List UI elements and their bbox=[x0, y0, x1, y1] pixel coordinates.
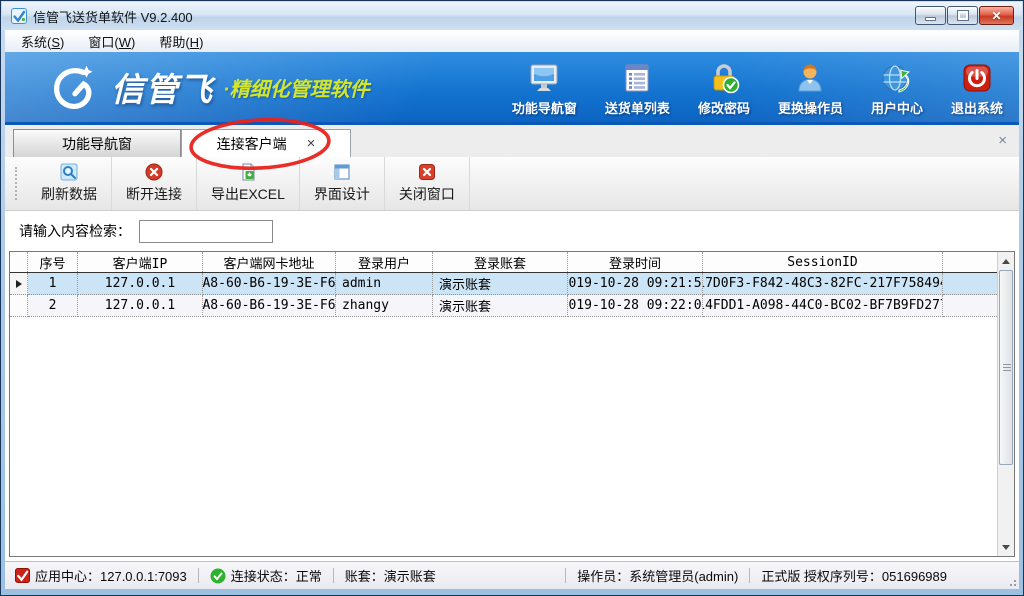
selected-row-arrow-icon bbox=[16, 280, 22, 288]
status-account: 账套：演示账套 bbox=[345, 566, 436, 585]
table-header-row: 序号 客户端IP 客户端网卡地址 登录用户 登录账套 登录时间 SessionI… bbox=[10, 252, 997, 273]
export-excel-button[interactable]: 导出EXCEL bbox=[197, 157, 300, 210]
user-center-button[interactable]: 用户中心 bbox=[871, 61, 923, 117]
col-header[interactable]: 登录用户 bbox=[336, 252, 433, 272]
col-header[interactable]: SessionID bbox=[703, 252, 943, 272]
tab-close-icon[interactable]: × bbox=[307, 135, 316, 152]
ui-design-icon bbox=[333, 163, 351, 181]
brand-logo-icon bbox=[47, 60, 101, 114]
status-connection: 连接状态：正常 bbox=[210, 566, 322, 585]
status-separator bbox=[198, 568, 199, 583]
header-selector-cell bbox=[10, 252, 28, 272]
status-app-center: 应用中心：127.0.0.1:7093 bbox=[15, 566, 187, 585]
table-row[interactable]: 1 127.0.0.1 A8-60-B6-19-3E-F6 admin 演示账套… bbox=[10, 273, 997, 295]
toolbar-drag-handle[interactable] bbox=[15, 167, 23, 200]
app-center-logo-icon bbox=[15, 568, 30, 583]
status-separator bbox=[333, 568, 334, 583]
row-selector-cell bbox=[10, 273, 28, 295]
brand-name: 信管飞 bbox=[111, 63, 213, 111]
title-bar: 信管飞送货单软件 V9.2.400 ✕ bbox=[2, 2, 1022, 30]
window-controls: ✕ bbox=[915, 6, 1014, 25]
app-window: 信管飞送货单软件 V9.2.400 ✕ 系统(S) 窗口(W) 帮助(H) 信管… bbox=[0, 0, 1024, 596]
switch-operator-button[interactable]: 更换操作员 bbox=[778, 61, 843, 117]
resize-grip[interactable] bbox=[1004, 574, 1016, 586]
clients-table: 序号 客户端IP 客户端网卡地址 登录用户 登录账套 登录时间 SessionI… bbox=[9, 251, 1015, 557]
search-input[interactable] bbox=[139, 220, 273, 243]
row-selector-cell bbox=[10, 295, 28, 317]
delivery-list-icon bbox=[620, 61, 654, 95]
col-header[interactable]: 登录账套 bbox=[433, 252, 568, 272]
status-license: 正式版 授权序列号：051696989 bbox=[761, 566, 947, 585]
col-header[interactable]: 客户端网卡地址 bbox=[203, 252, 336, 272]
password-lock-icon bbox=[707, 61, 741, 95]
exit-power-icon bbox=[960, 61, 994, 95]
ui-design-button[interactable]: 界面设计 bbox=[300, 157, 385, 210]
status-separator bbox=[749, 568, 750, 583]
close-icon: ✕ bbox=[991, 9, 1001, 23]
status-operator: 操作员：系统管理员(admin) bbox=[577, 566, 738, 585]
minimize-icon bbox=[925, 17, 936, 21]
app-logo-icon bbox=[11, 8, 27, 24]
menu-window[interactable]: 窗口(W) bbox=[88, 32, 135, 51]
disconnect-icon bbox=[145, 163, 163, 181]
close-button[interactable]: ✕ bbox=[979, 6, 1014, 25]
thumb-grip-icon bbox=[1003, 364, 1011, 371]
monitor-icon bbox=[527, 61, 561, 95]
export-excel-icon bbox=[239, 163, 257, 181]
tab-bar: 功能导航窗 连接客户端 × × bbox=[5, 122, 1019, 157]
scroll-up-button[interactable] bbox=[998, 253, 1014, 269]
header-actions: 功能导航窗 送货单列表 修改密码 bbox=[512, 61, 1003, 117]
maximize-button[interactable] bbox=[947, 6, 978, 25]
window-title: 信管飞送货单软件 V9.2.400 bbox=[33, 7, 193, 26]
close-window-button[interactable]: 关闭窗口 bbox=[385, 157, 470, 210]
refresh-data-icon bbox=[60, 163, 78, 181]
col-header[interactable]: 序号 bbox=[28, 252, 78, 272]
search-label: 请输入内容检索： bbox=[19, 221, 131, 241]
arrow-down-icon bbox=[1002, 545, 1010, 550]
tabbar-close-icon[interactable]: × bbox=[998, 132, 1007, 149]
vertical-scrollbar[interactable] bbox=[997, 252, 1014, 556]
scroll-down-button[interactable] bbox=[998, 539, 1014, 555]
nav-window-button[interactable]: 功能导航窗 bbox=[512, 61, 577, 117]
tab-nav-window[interactable]: 功能导航窗 bbox=[13, 129, 181, 157]
content-panel: 请输入内容检索： 序号 客户端IP 客户端网卡地址 登录用户 登录账套 登录时间… bbox=[5, 211, 1019, 561]
user-center-globe-icon bbox=[880, 61, 914, 95]
close-window-icon bbox=[418, 163, 436, 181]
refresh-data-button[interactable]: 刷新数据 bbox=[27, 157, 112, 210]
disconnect-button[interactable]: 断开连接 bbox=[112, 157, 197, 210]
menu-system[interactable]: 系统(S) bbox=[21, 32, 64, 51]
minimize-button[interactable] bbox=[915, 6, 946, 25]
delivery-list-button[interactable]: 送货单列表 bbox=[605, 61, 670, 117]
toolbar: 刷新数据 断开连接 导出EXCEL 界面设计 bbox=[5, 157, 1019, 211]
search-row: 请输入内容检索： bbox=[5, 211, 1019, 251]
maximize-icon bbox=[958, 11, 968, 20]
change-password-button[interactable]: 修改密码 bbox=[698, 61, 750, 117]
col-header[interactable]: 登录时间 bbox=[568, 252, 703, 272]
brand: 信管飞 ·精细化管理软件 bbox=[47, 60, 370, 114]
brand-slogan: ·精细化管理软件 bbox=[223, 73, 370, 102]
brand-header: 信管飞 ·精细化管理软件 功能导航窗 bbox=[5, 52, 1019, 122]
grid: 序号 客户端IP 客户端网卡地址 登录用户 登录账套 登录时间 SessionI… bbox=[10, 252, 997, 556]
arrow-up-icon bbox=[1002, 259, 1010, 264]
status-bar: 应用中心：127.0.0.1:7093 连接状态：正常 账套：演示账套 操作员：… bbox=[5, 561, 1019, 589]
connection-ok-icon bbox=[210, 568, 226, 584]
tab-connected-clients[interactable]: 连接客户端 × bbox=[181, 129, 351, 157]
exit-system-button[interactable]: 退出系统 bbox=[951, 61, 1003, 117]
menu-bar: 系统(S) 窗口(W) 帮助(H) bbox=[5, 30, 1019, 52]
status-separator bbox=[565, 568, 566, 583]
table-row[interactable]: 2 127.0.0.1 A8-60-B6-19-3E-F6 zhangy 演示账… bbox=[10, 295, 997, 317]
col-header[interactable]: 客户端IP bbox=[78, 252, 203, 272]
switch-user-icon bbox=[793, 61, 827, 95]
menu-help[interactable]: 帮助(H) bbox=[159, 32, 203, 51]
scrollbar-thumb[interactable] bbox=[999, 270, 1013, 465]
